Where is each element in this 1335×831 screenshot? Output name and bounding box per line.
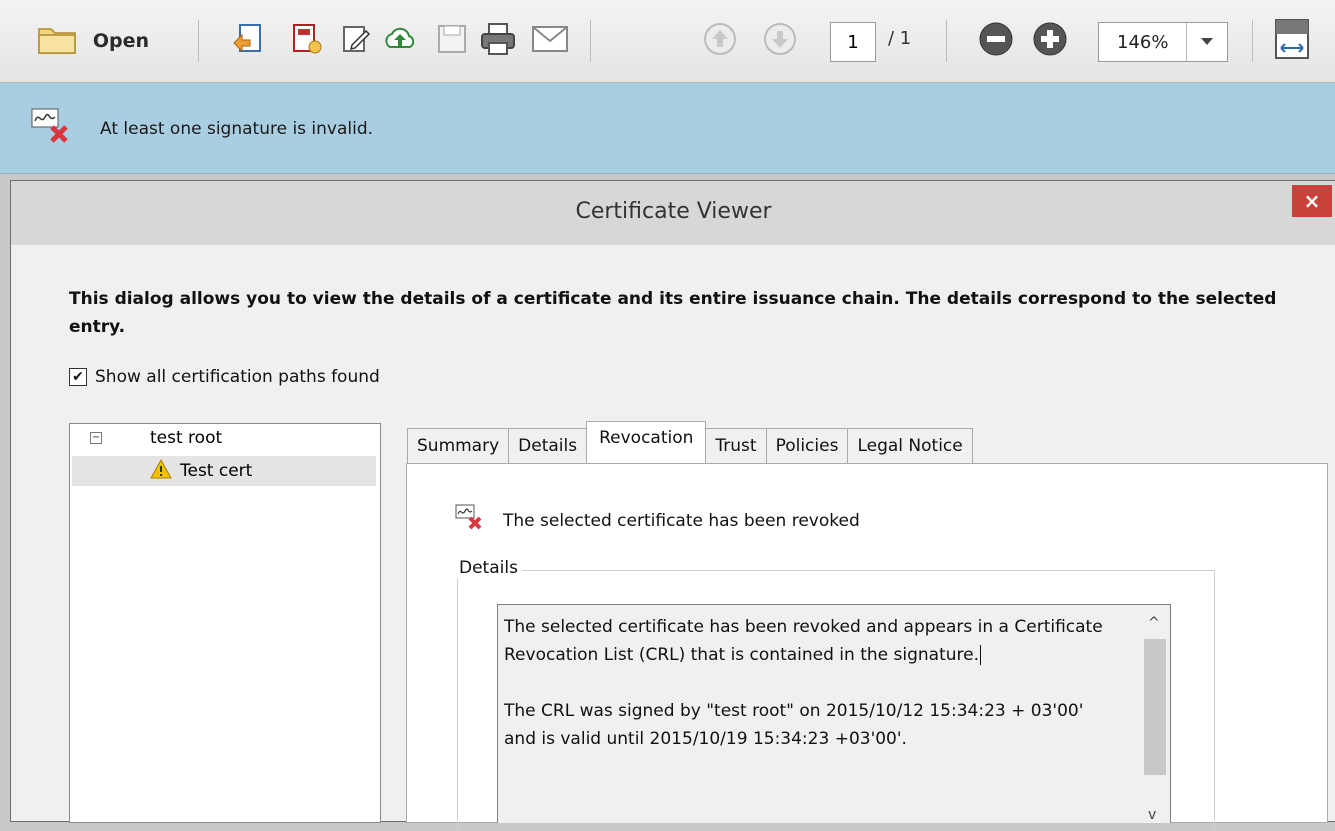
toolbar-separator [198,20,199,62]
details-text: The selected certificate has been revoke… [504,613,1114,781]
details-textarea[interactable]: The selected certificate has been revoke… [497,604,1171,823]
export-button[interactable] [226,18,270,64]
edit-icon [338,21,374,61]
tree-node-test-cert[interactable]: Test cert [72,456,376,486]
upload-icon [382,21,418,61]
tab-trust[interactable]: Trust [705,428,767,463]
dialog-title: Certificate Viewer [575,199,772,224]
revocation-status-text: The selected certificate has been revoke… [503,510,860,531]
page-down-button[interactable] [758,18,802,64]
certificate-tree: − test root Test cert [69,423,381,823]
tab-strip: Summary Details Revocation Trust Policie… [407,421,973,463]
details-paragraph-1: The selected certificate has been revoke… [504,617,1103,665]
save-icon [435,22,469,60]
zoom-in-button[interactable] [1028,18,1072,64]
page-total: / 1 [888,28,912,49]
create-pdf-icon [288,21,324,61]
chevron-down-icon[interactable]: v [1148,807,1156,823]
details-scrollbar[interactable]: ^ v [1140,605,1170,823]
folder-icon [37,23,77,59]
chevron-up-icon[interactable]: ^ [1148,615,1160,631]
details-paragraph: The selected certificate has been revoke… [504,613,1114,669]
show-all-paths-label: Show all certification paths found [95,367,380,387]
open-label: Open [92,30,150,52]
page-number-input[interactable]: 1 [830,22,876,62]
page-up-button[interactable] [698,18,742,64]
email-icon [531,24,569,58]
page-down-icon [763,22,797,60]
invalid-signature-icon [30,107,74,151]
toolbar-separator [1252,20,1253,62]
close-button[interactable]: × [1292,185,1332,217]
email-button[interactable] [528,18,572,64]
show-all-paths-checkbox[interactable]: ✔ [69,368,87,386]
tab-details[interactable]: Details [508,428,588,463]
fit-width-button[interactable] [1270,18,1314,64]
chevron-down-icon[interactable] [1186,23,1227,61]
zoom-out-button[interactable] [974,18,1018,64]
fit-width-icon [1273,18,1311,64]
tab-summary[interactable]: Summary [407,428,510,463]
tab-revocation[interactable]: Revocation [586,421,707,463]
show-all-paths-row: ✔ Show all certification paths found [69,367,380,387]
page-up-icon [703,22,737,60]
collapse-icon[interactable]: − [90,432,102,444]
zoom-value: 146% [1117,31,1169,53]
certificate-viewer-dialog: Certificate Viewer × This dialog allows … [10,180,1335,831]
toolbar: Open 1 / 1 146% [0,0,1335,83]
save-button[interactable] [430,18,474,64]
open-button[interactable]: Open [20,18,166,64]
toolbar-separator [590,20,591,62]
zoom-select[interactable]: 146% [1098,22,1228,62]
zoom-out-icon [978,21,1014,61]
infobar-message: At least one signature is invalid. [100,119,374,139]
dialog-titlebar: Certificate Viewer × [11,181,1335,245]
tree-node-label: test root [150,428,223,448]
details-paragraph-2: The CRL was signed by "test root" on 201… [504,701,1084,749]
text-caret [980,645,981,665]
upload-button[interactable] [378,18,422,64]
details-group-label: Details [455,558,522,578]
tree-node-test-root[interactable]: − test root [90,428,222,448]
toolbar-separator [946,20,947,62]
revocation-status: The selected certificate has been revoke… [455,504,860,537]
zoom-in-icon [1032,21,1068,61]
signature-infobar: At least one signature is invalid. [0,83,1335,174]
edit-button[interactable] [334,18,378,64]
tab-legal-notice[interactable]: Legal Notice [847,428,973,463]
revoked-signature-icon [455,504,485,537]
create-pdf-button[interactable] [284,18,328,64]
scroll-thumb[interactable] [1144,639,1166,775]
tab-policies[interactable]: Policies [765,428,849,463]
tree-node-label: Test cert [180,461,253,481]
export-icon [230,21,266,61]
warning-icon [150,458,172,484]
print-button[interactable] [476,18,520,64]
dialog-intro-text: This dialog allows you to view the detai… [69,289,1277,337]
print-icon [479,21,517,61]
revocation-panel: The selected certificate has been revoke… [406,463,1328,831]
